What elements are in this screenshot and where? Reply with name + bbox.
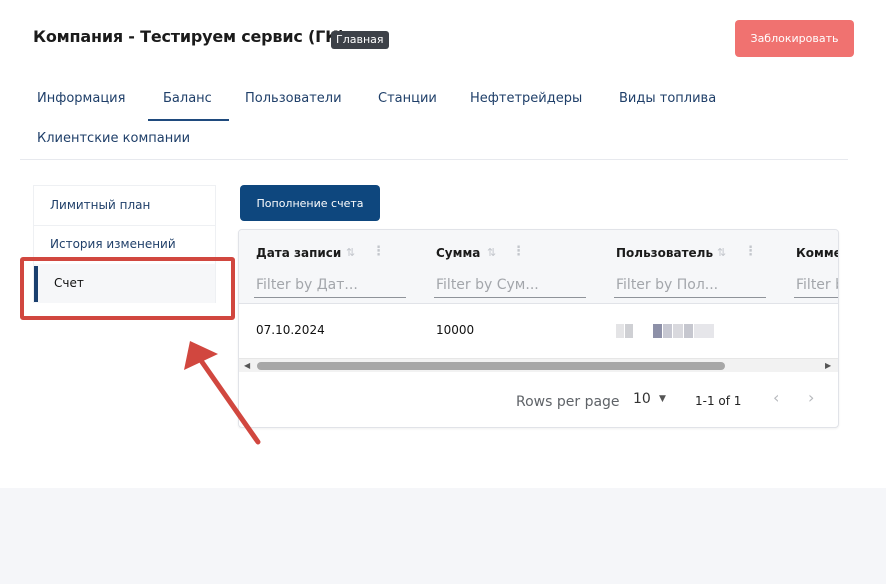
rows-per-page-label: Rows per page — [516, 394, 620, 410]
column-header-comment[interactable]: Комме — [796, 246, 838, 260]
scroll-left-icon[interactable]: ◀ — [244, 359, 250, 373]
column-header-user[interactable]: Пользователь — [616, 246, 713, 260]
main-badge: Главная — [331, 31, 389, 49]
annotation-highlight — [20, 257, 235, 320]
tab-balance[interactable]: Баланс — [163, 91, 212, 106]
caret-down-icon[interactable]: ▼ — [659, 394, 666, 404]
filter-amount-input[interactable] — [434, 273, 586, 298]
filter-date-input[interactable] — [254, 273, 406, 298]
block-button[interactable]: Заблокировать — [735, 20, 854, 57]
tab-stations[interactable]: Станции — [378, 91, 437, 106]
page-title: Компания - Тестируем сервис (ГК) — [33, 27, 346, 46]
column-menu-icon[interactable]: ⋮ — [372, 244, 385, 259]
company-card: Компания - Тестируем сервис (ГК) Главная… — [0, 0, 886, 488]
tab-users[interactable]: Пользователи — [245, 91, 342, 106]
next-page-icon[interactable]: › — [808, 388, 814, 407]
scroll-right-icon[interactable]: ▶ — [825, 359, 831, 373]
cell-date: 07.10.2024 — [256, 323, 325, 337]
topup-button[interactable]: Пополнение счета — [240, 185, 380, 221]
filter-comment-input[interactable] — [794, 273, 838, 298]
column-header-date[interactable]: Дата записи — [256, 246, 341, 260]
sort-icon[interactable]: ⇅ — [346, 246, 355, 259]
tabs-divider — [20, 159, 848, 160]
column-menu-icon[interactable]: ⋮ — [744, 244, 757, 259]
side-item-limit-plan[interactable]: Лимитный план — [34, 186, 215, 225]
tab-fuel-types[interactable]: Виды топлива — [619, 91, 716, 106]
tab-client-companies[interactable]: Клиентские компании — [37, 131, 190, 146]
active-tab-indicator — [148, 119, 229, 121]
prev-page-icon[interactable]: ‹ — [773, 388, 779, 407]
rows-per-page-select[interactable]: 10 — [633, 391, 651, 407]
sort-icon[interactable]: ⇅ — [717, 246, 726, 259]
horizontal-scrollbar[interactable]: ◀ ▶ — [239, 358, 838, 373]
sort-icon[interactable]: ⇅ — [487, 246, 496, 259]
column-header-amount[interactable]: Сумма — [436, 246, 480, 260]
cell-amount: 10000 — [436, 323, 475, 337]
account-grid: Дата записи ⇅ ⋮ Сумма ⇅ ⋮ Пользователь ⇅… — [238, 229, 839, 428]
tab-oil-traders[interactable]: Нефтетрейдеры — [470, 91, 582, 106]
blurred-user-cell — [616, 324, 716, 338]
scrollbar-thumb[interactable] — [257, 362, 725, 370]
grid-header: Дата записи ⇅ ⋮ Сумма ⇅ ⋮ Пользователь ⇅… — [239, 230, 838, 304]
pagination-range: 1-1 of 1 — [695, 394, 742, 408]
tab-info[interactable]: Информация — [37, 91, 125, 106]
column-menu-icon[interactable]: ⋮ — [512, 244, 525, 259]
filter-user-input[interactable] — [614, 273, 766, 298]
